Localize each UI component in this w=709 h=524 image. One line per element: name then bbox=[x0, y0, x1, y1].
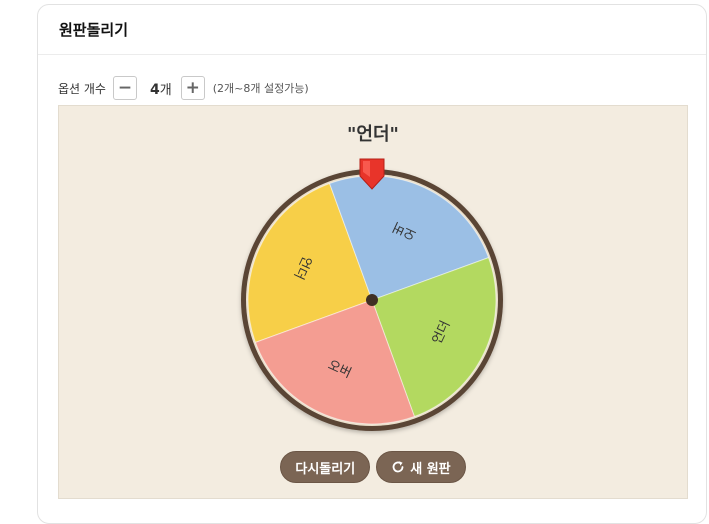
option-count-value: 4개 bbox=[149, 81, 172, 98]
option-count-hint: (2개~8개 설정가능) bbox=[212, 82, 309, 95]
refresh-icon bbox=[391, 460, 405, 474]
increase-count-button[interactable]: + bbox=[180, 76, 205, 100]
decrease-count-button[interactable]: − bbox=[112, 76, 137, 100]
minus-icon: − bbox=[117, 77, 133, 98]
option-count-row: 옵션 개수 − 4개 + (2개~8개 설정가능) bbox=[58, 75, 309, 101]
new-wheel-button[interactable]: 새 원판 bbox=[376, 451, 466, 483]
wheel-center-hub bbox=[366, 294, 378, 306]
spinning-wheel[interactable]: 언더오버언더오버 bbox=[59, 106, 689, 500]
action-buttons: 다시돌리기 새 원판 bbox=[59, 451, 687, 483]
respin-button[interactable]: 다시돌리기 bbox=[280, 451, 371, 483]
wheel-stage: "언더" 언더 오버 언더 오버 다시돌리기 새 원판 bbox=[58, 105, 688, 499]
page-title: 원판돌리기 bbox=[59, 21, 129, 39]
wheel-card: 원판돌리기 옵션 개수 − 4개 + (2개~8개 설정가능) "언더" 언더 오… bbox=[37, 4, 707, 524]
plus-icon: + bbox=[185, 77, 200, 98]
card-header: 원판돌리기 bbox=[38, 5, 706, 55]
option-count-label: 옵션 개수 bbox=[58, 81, 106, 96]
